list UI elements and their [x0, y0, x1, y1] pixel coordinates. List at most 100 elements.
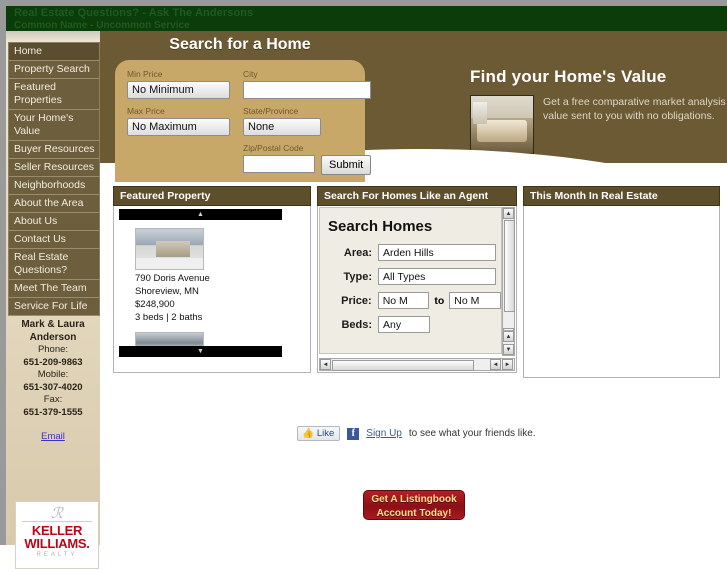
thumbs-up-icon: 👍	[302, 428, 314, 439]
site-tagline: Real Estate Questions? - Ask The Anderso…	[14, 7, 254, 19]
scrollbar-thumb[interactable]	[504, 220, 515, 312]
agent-price-max-select[interactable]: No M	[449, 292, 501, 309]
email-link[interactable]: Email	[6, 431, 100, 442]
sidebar-item-home[interactable]: Home	[8, 43, 100, 61]
agent-search-form: Search Homes Area: Arden Hills Type: All…	[319, 207, 502, 354]
scroll-left-icon-secondary[interactable]: ◄	[490, 359, 501, 370]
scroll-right-icon[interactable]: ►	[502, 359, 513, 370]
agent-search-heading: Search For Homes Like an Agent	[317, 186, 517, 206]
page-frame: Real Estate Questions? - Ask The Anderso…	[0, 0, 727, 569]
sidebar-item-meet-the-team[interactable]: Meet The Team	[8, 280, 100, 298]
agent-price-row: Price: No M to No M	[326, 292, 501, 309]
agent-price-between-label: to	[434, 294, 445, 307]
agent-inner-vertical-scrollbar[interactable]: ▲ ▼	[502, 330, 515, 356]
agent-search-panel: Search For Homes Like an Agent Search Ho…	[317, 186, 517, 373]
facebook-logo-icon: f	[347, 427, 360, 440]
sidebar-top-fade	[6, 31, 100, 42]
sidebar-item-featured-properties[interactable]: Featured Properties	[8, 79, 100, 110]
state-group: State/Province None	[243, 106, 371, 136]
zip-input[interactable]	[243, 155, 315, 173]
featured-property-photo[interactable]	[135, 228, 204, 270]
scroll-left-icon[interactable]: ◄	[320, 359, 331, 370]
city-input[interactable]	[243, 81, 372, 99]
phone-label: Phone:	[37, 344, 69, 355]
listingbook-line1: Get A Listingbook	[371, 494, 457, 505]
featured-property-body: ▲ 790 Doris Avenue Shoreview, MN $248,90…	[113, 206, 311, 373]
city-group: City	[243, 69, 372, 99]
agent-type-row: Type: All Types	[326, 268, 501, 285]
kw-realty-label: REALTY	[36, 552, 78, 558]
listingbook-line2: Account Today!	[376, 508, 452, 519]
home-value-promo[interactable]: Find your Home's Value Get a free compar…	[470, 67, 727, 154]
agent-area-select[interactable]: Arden Hills	[378, 244, 496, 261]
agent-search-title: Search Homes	[328, 218, 433, 235]
agent-area-row: Area: Arden Hills	[326, 244, 501, 261]
facebook-tail-text: to see what your friends like.	[408, 428, 536, 439]
agent-horizontal-scrollbar[interactable]: ◄ ◄ ►	[319, 358, 515, 371]
search-home-widget: Search for a Home Min Price No Minimum M…	[115, 36, 372, 182]
phone-number: 651-209-9863	[23, 356, 83, 368]
agent-name-line2: Anderson	[29, 331, 77, 343]
agent-vertical-scrollbar[interactable]: ▲ ▼	[502, 207, 515, 340]
this-month-body	[523, 206, 720, 378]
min-price-label: Min Price	[127, 69, 163, 79]
home-value-description: Get a free comparative market analysis o…	[543, 96, 727, 122]
sidebar-item-buyer-resources[interactable]: Buyer Resources	[8, 141, 100, 159]
sidebar-item-your-homes-value[interactable]: Your Home's Value	[8, 110, 100, 141]
sidebar-item-real-estate-questions[interactable]: Real Estate Questions?	[8, 249, 100, 280]
this-month-panel: This Month In Real Estate	[523, 186, 720, 378]
facebook-signup-link[interactable]: Sign Up	[366, 428, 402, 439]
agent-contact-block: Mark & Laura Anderson Phone: 651-209-986…	[6, 319, 100, 419]
submit-button[interactable]: Submit	[321, 155, 372, 175]
zip-group: Zip/Postal Code Submit	[243, 143, 372, 175]
kw-name-line2: WILLIAMS.	[24, 536, 90, 551]
featured-scroll-down-button[interactable]: ▼	[119, 346, 282, 357]
agent-name-line1: Mark & Laura	[21, 319, 85, 330]
search-home-form: Min Price No Minimum Max Price No Maximu…	[115, 60, 372, 182]
main-navigation: Home Property Search Featured Properties…	[8, 42, 100, 316]
mobile-number: 651-307-4020	[23, 381, 83, 393]
site-subtagline: Common Name - Uncommon Service	[14, 20, 190, 31]
home-value-title: Find your Home's Value	[470, 67, 667, 86]
max-price-select[interactable]: No Maximum	[127, 118, 230, 136]
agent-price-label: Price:	[341, 294, 372, 307]
facebook-social-bar: 👍 Like f Sign Up to see what your friend…	[297, 426, 536, 441]
agent-beds-label: Beds:	[341, 318, 372, 331]
agent-type-select[interactable]: All Types	[378, 268, 496, 285]
home-interior-photo	[470, 95, 534, 154]
sidebar-item-contact-us[interactable]: Contact Us	[8, 231, 100, 249]
keller-williams-logo: ℛ KELLER WILLIAMS. REALTY	[15, 501, 99, 569]
featured-address: 790 Doris Avenue	[135, 273, 210, 284]
mobile-label: Mobile:	[37, 369, 69, 380]
city-label: City	[243, 69, 258, 79]
scrollbar-thumb-horizontal[interactable]	[332, 360, 474, 371]
sidebar-item-about-the-area[interactable]: About the Area	[8, 195, 100, 213]
scroll-up-icon[interactable]: ▲	[503, 208, 514, 219]
kw-swirl-icon: ℛ	[51, 504, 63, 522]
sidebar-item-neighborhoods[interactable]: Neighborhoods	[8, 177, 100, 195]
site-header-bar: Real Estate Questions? - Ask The Anderso…	[6, 6, 727, 31]
featured-property-details: 790 Doris Avenue Shoreview, MN $248,900 …	[135, 272, 210, 324]
scroll-up-icon[interactable]: ▲	[503, 331, 514, 342]
facebook-like-button[interactable]: 👍 Like	[297, 426, 341, 441]
min-price-select[interactable]: No Minimum	[127, 81, 230, 99]
agent-beds-row: Beds: Any	[326, 316, 501, 333]
featured-price: $248,900	[135, 299, 175, 310]
agent-beds-select[interactable]: Any	[378, 316, 430, 333]
sidebar-item-seller-resources[interactable]: Seller Resources	[8, 159, 100, 177]
sidebar-item-about-us[interactable]: About Us	[8, 213, 100, 231]
scroll-down-icon[interactable]: ▼	[503, 344, 514, 355]
sidebar-item-service-for-life[interactable]: Service For Life	[8, 298, 100, 316]
state-select[interactable]: None	[243, 118, 321, 136]
state-label: State/Province	[243, 106, 299, 116]
agent-type-label: Type:	[343, 270, 372, 283]
featured-city-state: Shoreview, MN	[135, 286, 199, 297]
agent-search-body: Search Homes Area: Arden Hills Type: All…	[317, 206, 517, 373]
facebook-like-label: Like	[316, 428, 335, 439]
listingbook-cta-button[interactable]: Get A Listingbook Account Today!	[363, 490, 465, 520]
featured-scroll-up-button[interactable]: ▲	[119, 209, 282, 220]
featured-property-heading: Featured Property	[113, 186, 311, 206]
agent-area-label: Area:	[343, 246, 372, 259]
sidebar-item-property-search[interactable]: Property Search	[8, 61, 100, 79]
agent-price-min-select[interactable]: No M	[377, 292, 430, 309]
